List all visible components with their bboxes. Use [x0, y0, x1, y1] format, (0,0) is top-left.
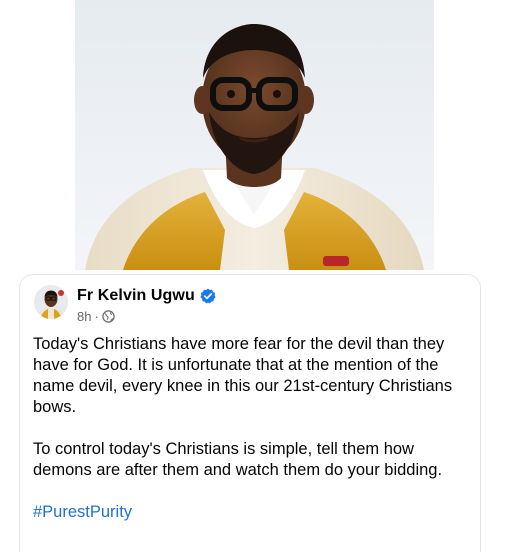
verified-badge-icon [200, 288, 216, 304]
post-time[interactable]: 8h [77, 309, 91, 324]
post-paragraph-1: Today's Christians have more fear for th… [33, 335, 453, 416]
post-photo[interactable] [75, 0, 434, 270]
post-screenshot: Fr Kelvin Ugwu 8h · Today's Christians h… [0, 0, 505, 552]
globe-icon[interactable] [102, 309, 115, 323]
post-paragraph-2: To control today's Christians is simple,… [33, 440, 443, 479]
avatar[interactable] [34, 285, 68, 319]
post-meta: 8h · [77, 308, 115, 324]
post-card: Fr Kelvin Ugwu 8h · Today's Christians h… [19, 274, 481, 552]
post-text: Today's Christians have more fear for th… [33, 334, 473, 523]
author-row: Fr Kelvin Ugwu [77, 285, 216, 307]
avatar-image [34, 285, 68, 319]
meta-separator: · [94, 308, 99, 324]
hashtag-link[interactable]: #PurestPurity [33, 502, 473, 523]
priest-portrait-image [75, 0, 434, 270]
author-name[interactable]: Fr Kelvin Ugwu [77, 287, 195, 305]
